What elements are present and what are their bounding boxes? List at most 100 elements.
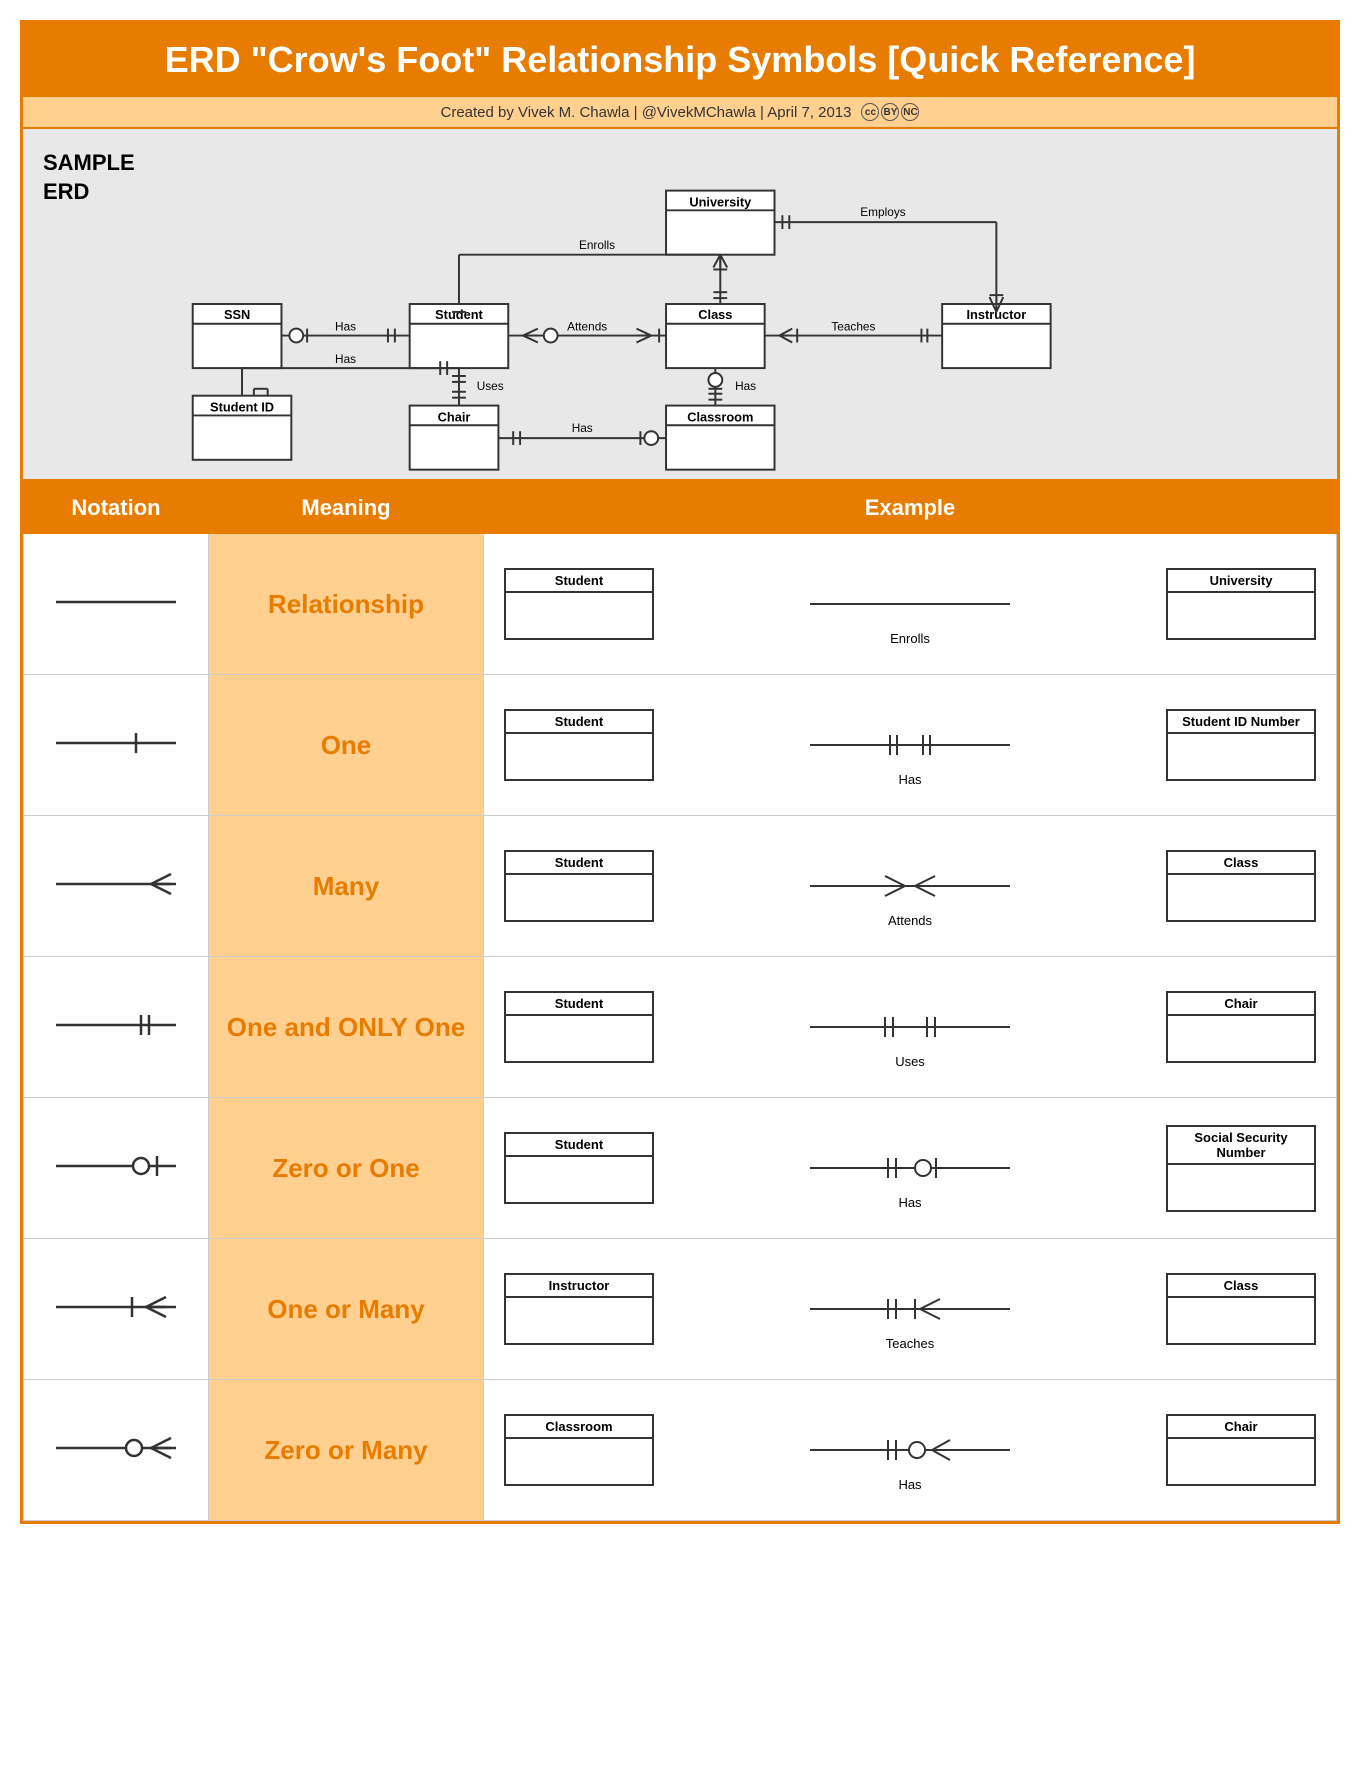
- example-one: Student: [484, 675, 1337, 816]
- ex-label-one-or-many: Teaches: [886, 1336, 934, 1351]
- ex-line-area-one-only: Uses: [654, 967, 1166, 1087]
- ex-entity-chair-zeromany: Chair: [1166, 1414, 1316, 1486]
- entity-ssn: SSN: [193, 304, 282, 368]
- notation-one-only: [24, 957, 209, 1098]
- ex-line-area-many: Attends: [654, 826, 1166, 946]
- ex-entity-name: Classroom: [506, 1416, 652, 1439]
- ex-label: Enrolls: [890, 631, 930, 646]
- notation-svg-zero-or-many: [46, 1423, 186, 1473]
- ex-entity-name: Social Security Number: [1168, 1127, 1314, 1165]
- cc-icons: cc BY NC: [861, 103, 919, 121]
- notation-svg-relationship: [46, 577, 186, 627]
- main-container: ERD "Crow's Foot" Relationship Symbols […: [20, 20, 1340, 1524]
- ex-entity-university: University: [1166, 568, 1316, 640]
- cc-icon: cc: [861, 103, 879, 121]
- ex-entity-class-many: Class: [1166, 850, 1316, 922]
- entity-classroom: Classroom: [666, 406, 774, 470]
- svg-text:Uses: Uses: [477, 379, 504, 393]
- subtitle-bar: Created by Vivek M. Chawla | @VivekMChaw…: [23, 97, 1337, 129]
- row-relationship: Relationship Student Enrolls: [24, 534, 1337, 675]
- by-icon: BY: [881, 103, 899, 121]
- svg-text:Teaches: Teaches: [831, 320, 875, 334]
- notation-many: [24, 816, 209, 957]
- row-one-or-many: One or Many Instructor: [24, 1239, 1337, 1380]
- ex-line-area-one: Has: [654, 685, 1166, 805]
- example-zero-or-one: Student: [484, 1098, 1337, 1239]
- meaning-many: Many: [209, 816, 484, 957]
- entity-university: University: [666, 191, 774, 255]
- row-zero-or-one: Zero or One Student: [24, 1098, 1337, 1239]
- meaning-one-or-many: One or Many: [209, 1239, 484, 1380]
- ex-line-area: Enrolls: [654, 544, 1166, 664]
- erd-diagram: SSN Student ID Student: [173, 149, 1307, 459]
- row-one-only: One and ONLY One Student: [24, 957, 1337, 1098]
- svg-text:SSN: SSN: [224, 307, 250, 322]
- row-zero-or-many: Zero or Many Classroom: [24, 1380, 1337, 1521]
- ex-entity-name: Class: [1168, 1275, 1314, 1298]
- ex-line-svg-one: [654, 715, 1166, 775]
- ex-line-svg-one-only: [654, 997, 1166, 1057]
- notation-svg-one: [46, 718, 186, 768]
- header-notation: Notation: [24, 483, 209, 534]
- entity-chair: Chair: [410, 406, 499, 470]
- ex-label-one-only: Uses: [895, 1054, 925, 1069]
- svg-text:Classroom: Classroom: [687, 409, 753, 424]
- example-one-only: Student: [484, 957, 1337, 1098]
- ex-label-zero-or-one: Has: [898, 1195, 921, 1210]
- notation-svg-many: [46, 859, 186, 909]
- notation-svg-one-or-many: [46, 1282, 186, 1332]
- nc-icon: NC: [901, 103, 919, 121]
- meaning-zero-or-many: Zero or Many: [209, 1380, 484, 1521]
- ex-entity-student-zeroone: Student: [504, 1132, 654, 1204]
- ex-entity-class-onemany: Class: [1166, 1273, 1316, 1345]
- ex-entity-classroom-zeromany: Classroom: [504, 1414, 654, 1486]
- entity-student-id: Student ID: [193, 396, 292, 460]
- ex-label-one: Has: [898, 772, 921, 787]
- ex-line-svg: [654, 574, 1166, 634]
- svg-text:Has: Has: [735, 379, 756, 393]
- ex-label-zero-or-many: Has: [898, 1477, 921, 1492]
- page-title: ERD "Crow's Foot" Relationship Symbols […: [23, 23, 1337, 97]
- svg-text:Has: Has: [335, 352, 356, 366]
- ex-entity-student-one-only: Student: [504, 991, 654, 1063]
- ex-entity-student-many: Student: [504, 850, 654, 922]
- ex-entity-name: Student: [506, 1134, 652, 1157]
- subtitle-text: Created by Vivek M. Chawla | @VivekMChaw…: [441, 104, 852, 121]
- row-many: Many Student: [24, 816, 1337, 957]
- ex-entity-studentid: Student ID Number: [1166, 709, 1316, 781]
- meaning-zero-or-one: Zero or One: [209, 1098, 484, 1239]
- notation-zero-or-many: [24, 1380, 209, 1521]
- notation-one: [24, 675, 209, 816]
- svg-text:Chair: Chair: [438, 409, 471, 424]
- ex-line-svg-one-or-many: [654, 1279, 1166, 1339]
- ex-line-svg-many: [654, 856, 1166, 916]
- erd-svg: SSN Student ID Student: [173, 149, 1307, 459]
- ex-line-svg-zero-or-one: [654, 1138, 1166, 1198]
- ex-line-area-zero-or-many: Has: [654, 1390, 1166, 1510]
- svg-text:Enrolls: Enrolls: [579, 238, 615, 252]
- ex-entity-name: Chair: [1168, 1416, 1314, 1439]
- svg-text:Student: Student: [435, 307, 483, 322]
- ex-entity-student: Student: [504, 568, 654, 640]
- ex-entity-name: Class: [1168, 852, 1314, 875]
- svg-text:Has: Has: [335, 320, 356, 334]
- ex-line-svg-zero-or-many: [654, 1420, 1166, 1480]
- svg-text:Employs: Employs: [860, 205, 905, 219]
- ex-entity-ssn: Social Security Number: [1166, 1125, 1316, 1212]
- erd-section: SAMPLEERD SSN Student ID: [23, 129, 1337, 482]
- ex-entity-name: University: [1168, 570, 1314, 593]
- ex-entity-instructor-onemany: Instructor: [504, 1273, 654, 1345]
- ex-entity-name: Student: [506, 852, 652, 875]
- svg-text:Class: Class: [698, 307, 732, 322]
- header-meaning: Meaning: [209, 483, 484, 534]
- header-example: Example: [484, 483, 1337, 534]
- ex-line-area-one-or-many: Teaches: [654, 1249, 1166, 1369]
- row-one: One Student: [24, 675, 1337, 816]
- entity-student: Student: [410, 304, 509, 368]
- notation-one-or-many: [24, 1239, 209, 1380]
- erd-label: SAMPLEERD: [43, 149, 135, 206]
- meaning-one-only: One and ONLY One: [209, 957, 484, 1098]
- ex-entity-name: Student: [506, 711, 652, 734]
- entity-instructor: Instructor: [942, 304, 1050, 368]
- notation-svg-one-only: [46, 1000, 186, 1050]
